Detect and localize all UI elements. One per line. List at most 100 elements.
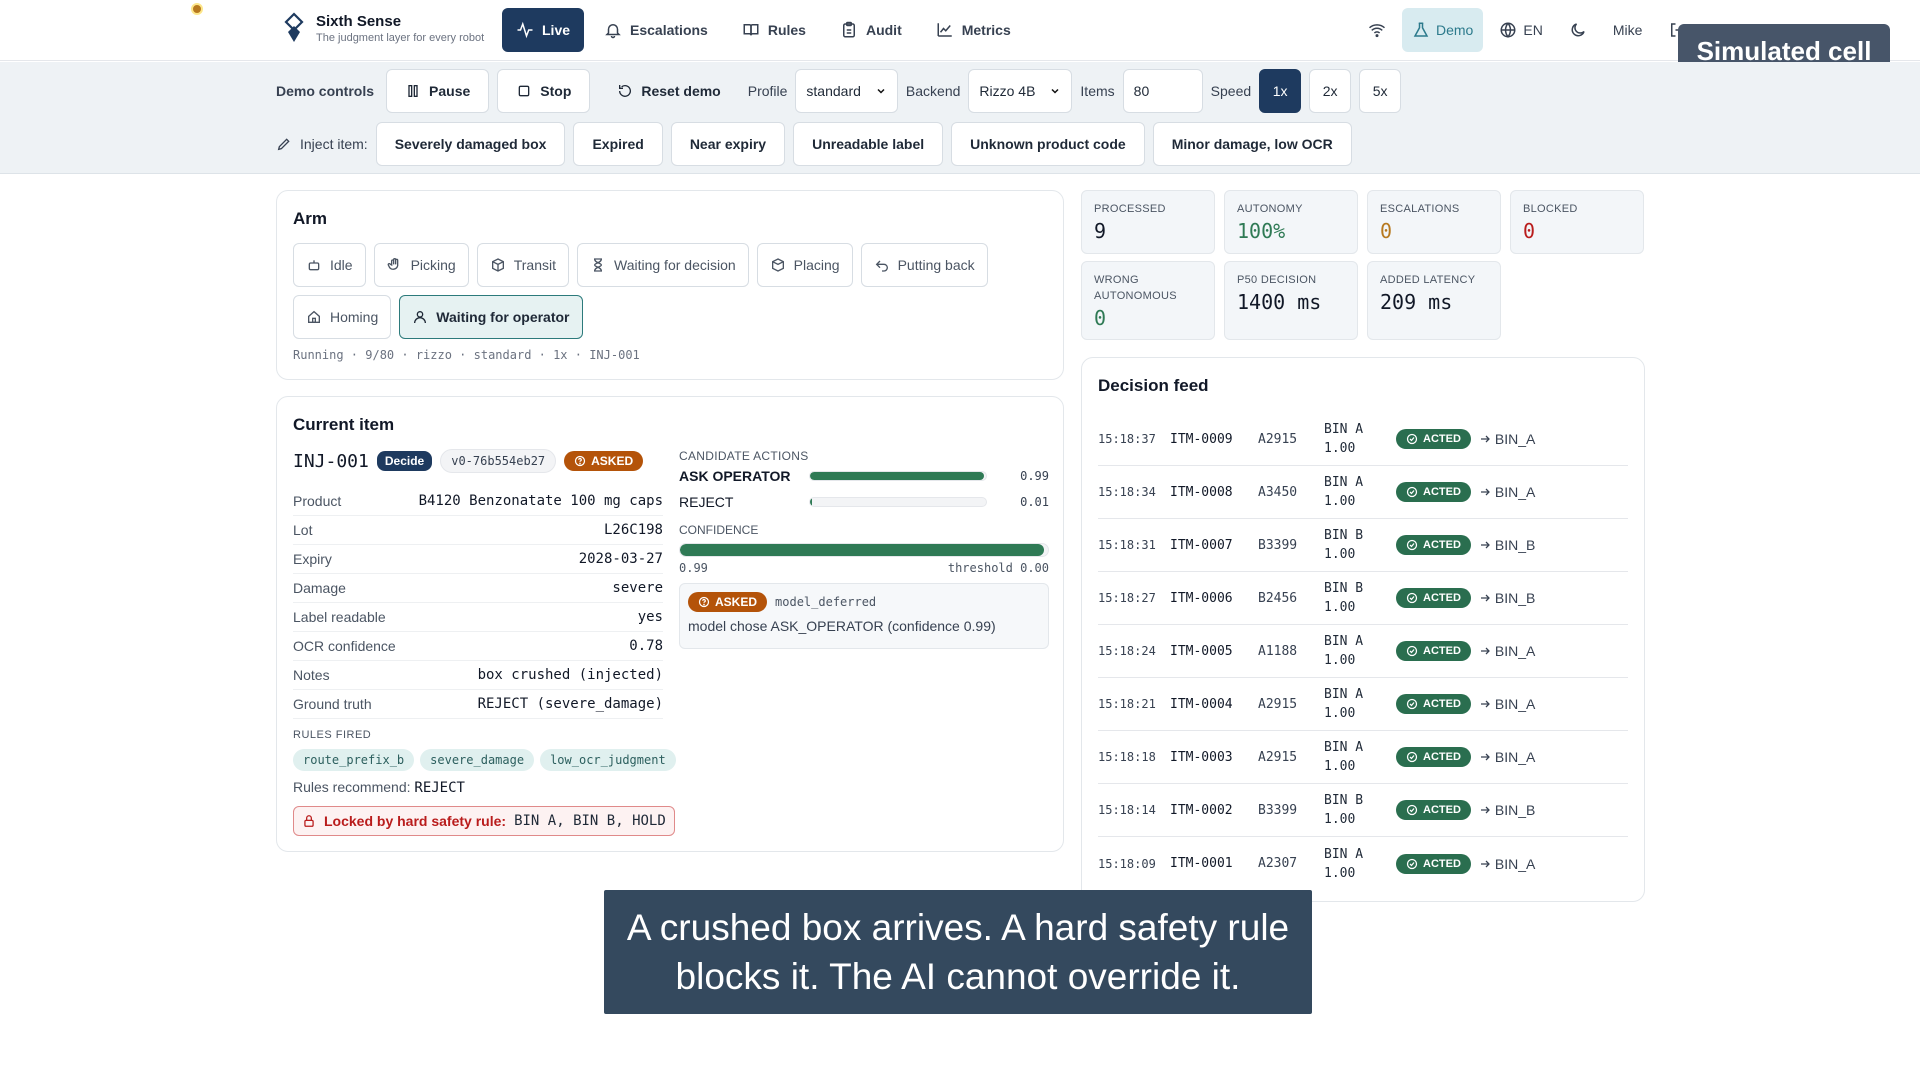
arm-state-homing[interactable]: Homing (293, 295, 392, 339)
tab-live[interactable]: Live (502, 8, 585, 52)
acted-label: ACTED (1423, 804, 1461, 816)
arm-state-picking[interactable]: Picking (373, 243, 469, 287)
reset-demo-button[interactable]: Reset demo (598, 69, 739, 113)
wifi-icon (1369, 24, 1385, 38)
user-menu[interactable]: Mike (1603, 8, 1653, 52)
stat-value: 209 ms (1380, 290, 1453, 314)
speed-5x-button[interactable]: 5x (1359, 69, 1402, 113)
acted-label: ACTED (1423, 751, 1461, 763)
profile-select[interactable]: standard (795, 69, 898, 113)
stop-button[interactable]: Stop (497, 69, 591, 113)
feed-dest-label: BIN_A (1494, 431, 1536, 447)
hourglass-icon (593, 258, 603, 272)
feed-score: 1.00 (1324, 600, 1356, 615)
feed-time: 15:18:18 (1098, 750, 1156, 764)
language-button[interactable]: EN (1489, 8, 1552, 52)
feed-destination: BIN_B (1479, 802, 1535, 818)
brand-subtitle: The judgment layer for every robot (316, 31, 485, 44)
tab-metrics[interactable]: Metrics (922, 8, 1025, 52)
feed-row[interactable]: 15:18:14 ITM-0002 B3399 BIN B 1.00 ACTED BIN_B (1098, 784, 1628, 837)
activity-icon (517, 21, 533, 39)
arrow-right-icon (1480, 594, 1490, 602)
feed-bin-label: BIN A (1324, 740, 1364, 755)
prop-value: yes (637, 609, 663, 625)
profile-value: standard (806, 83, 861, 99)
arm-status-line: Running · 9/80 · rizzo · standard · 1x ·… (293, 348, 640, 362)
inject-expired-button[interactable]: Expired (573, 122, 663, 166)
caption-overlay: A crushed box arrives. A hard safety rul… (604, 890, 1312, 1014)
feed-item-id: ITM-0005 (1170, 643, 1233, 659)
theme-toggle[interactable] (1559, 8, 1597, 52)
feed-row[interactable]: 15:18:09 ITM-0001 A2307 BIN A 1.00 ACTED BIN_A (1098, 837, 1628, 890)
prop-row: Product B4120 Benzonatate 100 mg caps (293, 487, 663, 516)
feed-score: 1.00 (1324, 812, 1356, 827)
feed-row[interactable]: 15:18:31 ITM-0007 B3399 BIN B 1.00 ACTED BIN_B (1098, 519, 1628, 572)
tab-rules[interactable]: Rules (728, 8, 820, 52)
feed-dest-label: BIN_B (1494, 802, 1536, 818)
arm-state-waiting-decision[interactable]: Waiting for decision (577, 243, 749, 287)
pause-button[interactable]: Pause (386, 69, 490, 113)
rule-chip[interactable]: severe_damage (420, 749, 535, 771)
nav-right: Demo EN Mike (1358, 8, 1696, 52)
prop-value: B4120 Benzonatate 100 mg caps (418, 493, 663, 509)
speed-group: 1x 2x 5x (1259, 69, 1402, 113)
inject-near-expiry-button[interactable]: Near expiry (670, 122, 786, 166)
feed-destination: BIN_A (1479, 696, 1535, 712)
stat-label: BLOCKED (1523, 203, 1578, 215)
wifi-button[interactable] (1358, 8, 1396, 52)
stat-label: PROCESSED (1094, 203, 1166, 215)
prop-value: box crushed (injected) (477, 667, 663, 683)
arm-state-transit[interactable]: Transit (476, 243, 569, 287)
inject-unknown-code-button[interactable]: Unknown product code (951, 122, 1145, 166)
feed-bin: BIN A 1.00 (1324, 420, 1396, 458)
feed-row[interactable]: 15:18:37 ITM-0009 A2915 BIN A 1.00 ACTED BIN_A (1098, 413, 1628, 466)
items-input[interactable]: 80 (1122, 69, 1203, 113)
speed-1x-button[interactable]: 1x (1259, 69, 1302, 113)
check-circle-icon (1406, 804, 1418, 816)
rule-chip[interactable]: low_ocr_judgment (540, 749, 676, 771)
arrow-right-icon (1480, 541, 1490, 549)
arm-state-idle[interactable]: Idle (293, 243, 366, 287)
demo-toggle[interactable]: Demo (1402, 8, 1484, 52)
arm-state-putting-back[interactable]: Putting back (860, 243, 988, 287)
check-circle-icon (1406, 698, 1418, 710)
backend-select[interactable]: Rizzo 4B (968, 69, 1073, 113)
acted-label: ACTED (1423, 539, 1461, 551)
tab-escalations[interactable]: Escalations (590, 8, 722, 52)
chart-icon (937, 23, 952, 37)
moon-icon (1571, 23, 1585, 37)
prop-key: Damage (293, 580, 346, 596)
stat-value: 1400 ms (1237, 290, 1322, 314)
feed-destination: BIN_A (1479, 643, 1535, 659)
user-name: Mike (1612, 22, 1643, 38)
feed-time: 15:18:31 (1098, 538, 1156, 552)
inject-minor-damage-button[interactable]: Minor damage, low OCR (1152, 122, 1352, 166)
feed-row[interactable]: 15:18:21 ITM-0004 A2915 BIN A 1.00 ACTED BIN_A (1098, 678, 1628, 731)
feed-row[interactable]: 15:18:24 ITM-0005 A1188 BIN A 1.00 ACTED BIN_A (1098, 625, 1628, 678)
speed-2x-button[interactable]: 2x (1309, 69, 1352, 113)
arm-state-placing[interactable]: Placing (756, 243, 853, 287)
acted-label: ACTED (1423, 857, 1461, 870)
candidate-name: ASK OPERATOR (679, 468, 791, 484)
candidate-row: ASK OPERATOR 0.99 (679, 463, 1049, 489)
feed-row[interactable]: 15:18:18 ITM-0003 A2915 BIN A 1.00 ACTED BIN_A (1098, 731, 1628, 784)
arm-state-waiting-operator[interactable]: Waiting for operator (399, 295, 583, 339)
acted-badge: ACTED (1396, 694, 1471, 714)
inject-unreadable-label-button[interactable]: Unreadable label (793, 122, 944, 166)
candidate-actions: CANDIDATE ACTIONS ASK OPERATOR 0.99 REJE… (679, 449, 1049, 649)
inject-severely-damaged-button[interactable]: Severely damaged box (375, 122, 566, 166)
profile-label: Profile (747, 83, 788, 99)
tab-audit[interactable]: Audit (826, 8, 916, 52)
feed-bin-label: BIN A (1324, 846, 1364, 862)
feed-row[interactable]: 15:18:27 ITM-0006 B2456 BIN B 1.00 ACTED BIN_B (1098, 572, 1628, 625)
feed-bin-label: BIN B (1324, 528, 1364, 543)
feed-row[interactable]: 15:18:34 ITM-0008 A3450 BIN A 1.00 ACTED BIN_A (1098, 466, 1628, 519)
feed-item-id: ITM-0004 (1170, 696, 1233, 712)
brand[interactable]: Sixth Sense The judgment layer for every… (282, 12, 484, 44)
confidence-label: CONFIDENCE (679, 523, 759, 537)
prop-value: 2028-03-27 (578, 551, 663, 567)
feed-time: 15:18:37 (1098, 432, 1156, 446)
item-properties: Product B4120 Benzonatate 100 mg caps Lot… (293, 487, 663, 719)
rule-chip[interactable]: route_prefix_b (293, 749, 415, 771)
arm-state-label: Idle (330, 257, 353, 273)
